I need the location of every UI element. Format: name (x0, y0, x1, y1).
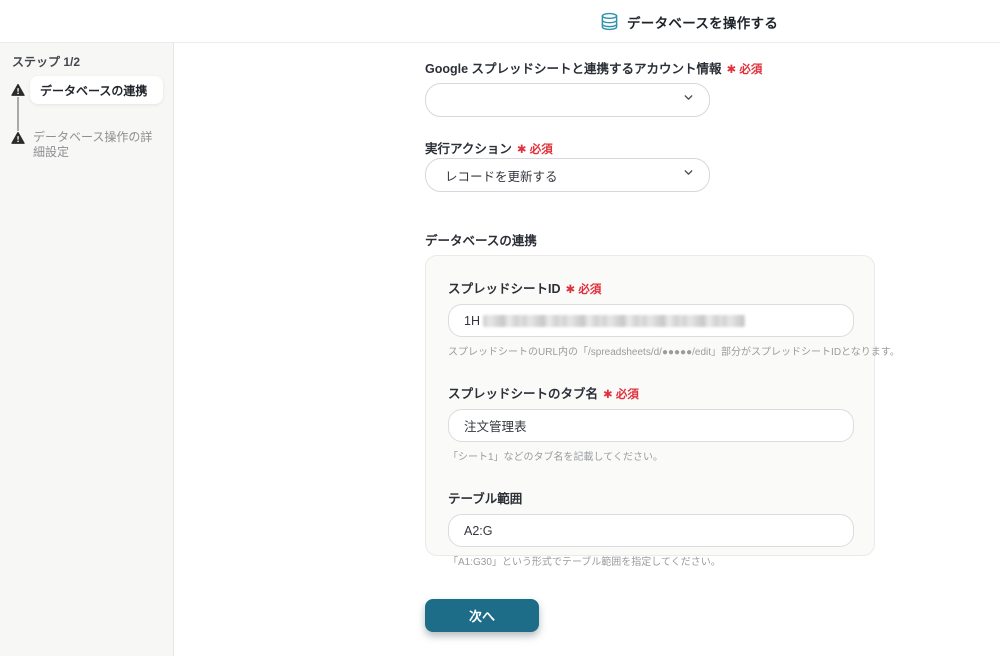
spreadsheet-id-input[interactable]: 1H (448, 304, 854, 337)
action-select-value: レコードを更新する (445, 169, 558, 184)
tab-name-group: スプレッドシートのタブ名✱ 必須 「シート1」などのタブ名を記載してください。 (448, 383, 854, 463)
table-range-helper: 「A1:G30」という形式でテーブル範囲を指定してください。 (448, 557, 721, 568)
action-select[interactable]: レコードを更新する (425, 158, 710, 192)
header: データベースを操作する (0, 0, 1000, 43)
account-select[interactable] (425, 83, 710, 117)
action-field-label: 実行アクション ✱ 必須 (425, 142, 553, 156)
sidebar-item-database-link[interactable]: データベースの連携 (30, 76, 163, 104)
steps-sidebar: ステップ 1/2 データベースの連携 データベース操作の詳細設定 (0, 43, 174, 656)
database-icon (600, 12, 619, 31)
required-badge: ✱ 必須 (516, 144, 553, 156)
required-badge: ✱ 必須 (565, 284, 602, 296)
sidebar-item-operation-details[interactable]: データベース操作の詳細設定 (33, 130, 161, 160)
chevron-down-icon (682, 166, 695, 184)
tab-name-helper: 「シート1」などのタブ名を記載してください。 (448, 452, 663, 463)
sidebar-item-label: データベースの連携 (40, 83, 148, 98)
required-badge: ✱ 必須 (603, 389, 639, 401)
required-badge: ✱ 必須 (726, 64, 763, 76)
database-section-title: データベースの連携 (425, 234, 537, 248)
step-connector-line (17, 97, 19, 131)
account-field-label: Google スプレッドシートと連携するアカウント情報 ✱ 必須 (425, 62, 763, 76)
main-content: Google スプレッドシートと連携するアカウント情報 ✱ 必須 実行アクション ✱… (175, 43, 1000, 656)
table-range-group: テーブル範囲 「A1:G30」という形式でテーブル範囲を指定してください。 (448, 488, 854, 568)
next-button[interactable]: 次へ (425, 599, 539, 632)
app-window: データベースを操作する ステップ 1/2 データベースの連携 データベース操作の… (0, 0, 1000, 656)
table-range-label: テーブル範囲 (448, 492, 523, 506)
tab-name-input[interactable] (448, 409, 854, 442)
spreadsheet-id-label: スプレッドシートID ✱ 必須 (448, 282, 602, 296)
spreadsheet-id-group: スプレッドシートID ✱ 必須 1H スプレッドシートのURL内の「/spread… (448, 278, 900, 358)
warning-icon (11, 83, 25, 102)
page-title-text: データベースを操作する (627, 15, 779, 31)
warning-icon (11, 131, 25, 150)
page-title: データベースを操作する (600, 0, 778, 43)
table-range-input[interactable] (448, 514, 854, 547)
database-section-card: スプレッドシートID ✱ 必須 1H スプレッドシートのURL内の「/spread… (425, 255, 900, 568)
chevron-down-icon (682, 91, 695, 109)
step-counter: ステップ 1/2 (12, 55, 81, 69)
spreadsheet-id-helper: スプレッドシートのURL内の「/spreadsheets/d/●●●●●/edi… (448, 347, 900, 358)
tab-name-label: スプレッドシートのタブ名 ✱ 必須 (448, 387, 639, 401)
spreadsheet-id-prefix: 1H (464, 313, 480, 328)
redacted-text (482, 314, 745, 327)
